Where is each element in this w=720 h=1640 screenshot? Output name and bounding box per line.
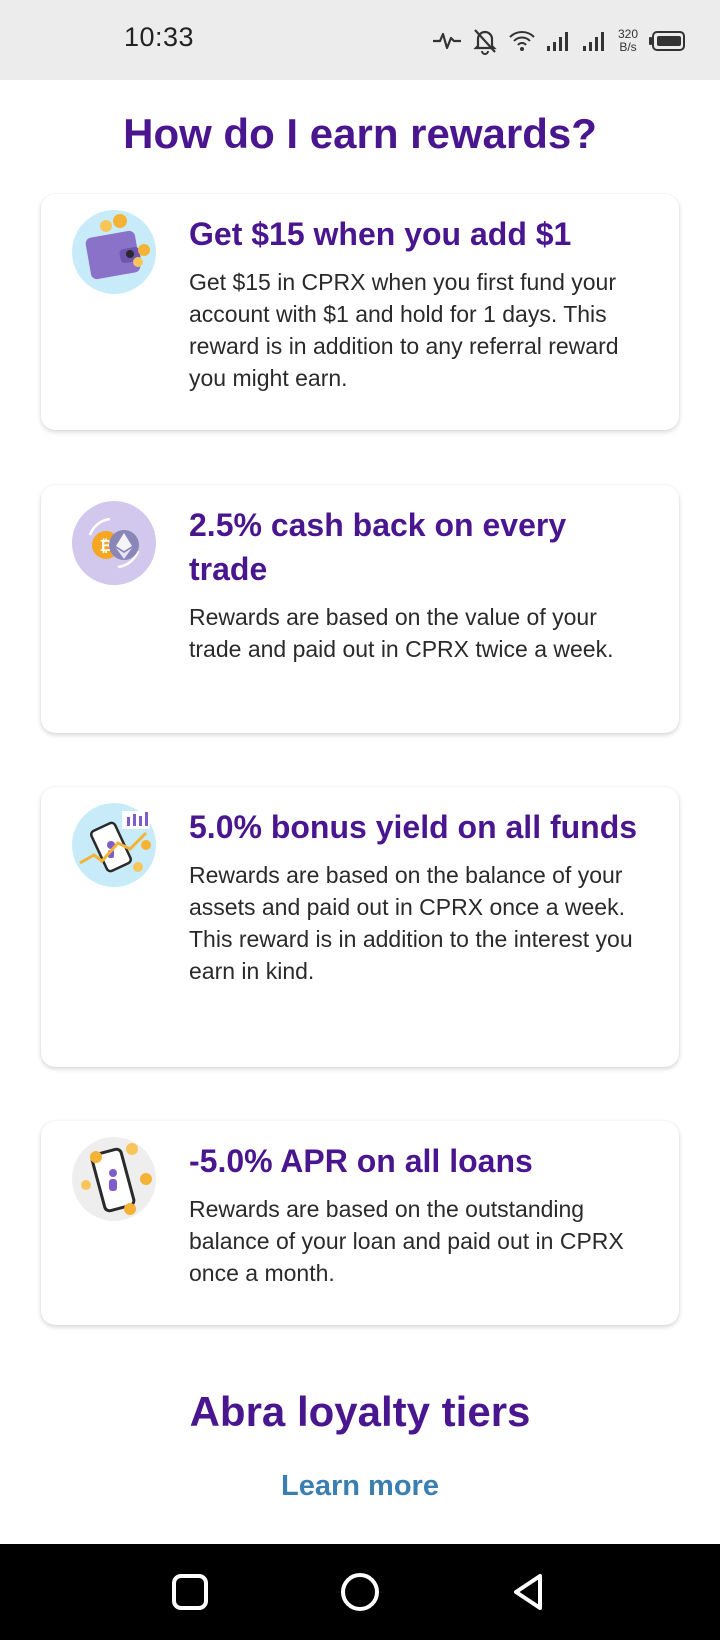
- wallet-coins-icon: [72, 210, 156, 294]
- learn-more-link[interactable]: Learn more: [0, 1470, 720, 1503]
- reward-description: Get $15 in CPRX when you first fund your…: [189, 269, 619, 391]
- phone-growth-icon: [72, 803, 156, 887]
- status-icons: 320 B/s: [432, 24, 686, 58]
- card-body: 2.5% cash back on every trade Rewards ar…: [189, 503, 649, 665]
- phone-coins-icon: [72, 1137, 156, 1221]
- card-body: 5.0% bonus yield on all funds Rewards ar…: [189, 805, 649, 987]
- system-nav-bar: [0, 1544, 720, 1640]
- status-bar: 10:33 320 B/s: [0, 0, 720, 80]
- reward-title: 2.5% cash back on every trade: [189, 507, 567, 587]
- recents-square-icon[interactable]: [164, 1566, 216, 1618]
- reward-title: 5.0% bonus yield on all funds: [189, 809, 638, 845]
- crypto-exchange-icon: ₿: [72, 501, 156, 585]
- reward-card-bonus-yield: 5.0% bonus yield on all funds Rewards ar…: [41, 787, 679, 1067]
- bell-off-icon: [472, 27, 498, 55]
- reward-card-loan-apr: -5.0% APR on all loans Rewards are based…: [41, 1121, 679, 1325]
- reward-description: Rewards are based on the value of your t…: [189, 604, 614, 662]
- loyalty-tiers-title: Abra loyalty tiers: [189, 1388, 531, 1435]
- home-circle-icon[interactable]: [334, 1566, 386, 1618]
- card-body: Get $15 when you add $1 Get $15 in CPRX …: [189, 212, 649, 394]
- reward-title: -5.0% APR on all loans: [189, 1143, 533, 1179]
- signal-icon: [582, 30, 608, 52]
- battery-icon: [648, 31, 686, 51]
- reward-card-cash-back: ₿ 2.5% cash back on every trade Rewards …: [41, 485, 679, 733]
- reward-description: Rewards are based on the outstanding bal…: [189, 1196, 624, 1286]
- card-body: -5.0% APR on all loans Rewards are based…: [189, 1139, 649, 1289]
- wifi-icon: [508, 28, 536, 54]
- back-triangle-icon[interactable]: [504, 1566, 556, 1618]
- status-time: 10:33: [124, 22, 195, 52]
- net-speed: 320 B/s: [618, 28, 638, 54]
- reward-description: Rewards are based on the balance of your…: [189, 862, 633, 984]
- activity-icon: [432, 29, 462, 53]
- reward-title: Get $15 when you add $1: [189, 216, 572, 252]
- page-title: How do I earn rewards?: [123, 110, 597, 157]
- net-speed-unit: B/s: [619, 40, 637, 54]
- reward-card-add-funds: Get $15 when you add $1 Get $15 in CPRX …: [41, 194, 679, 430]
- signal-icon: [546, 30, 572, 52]
